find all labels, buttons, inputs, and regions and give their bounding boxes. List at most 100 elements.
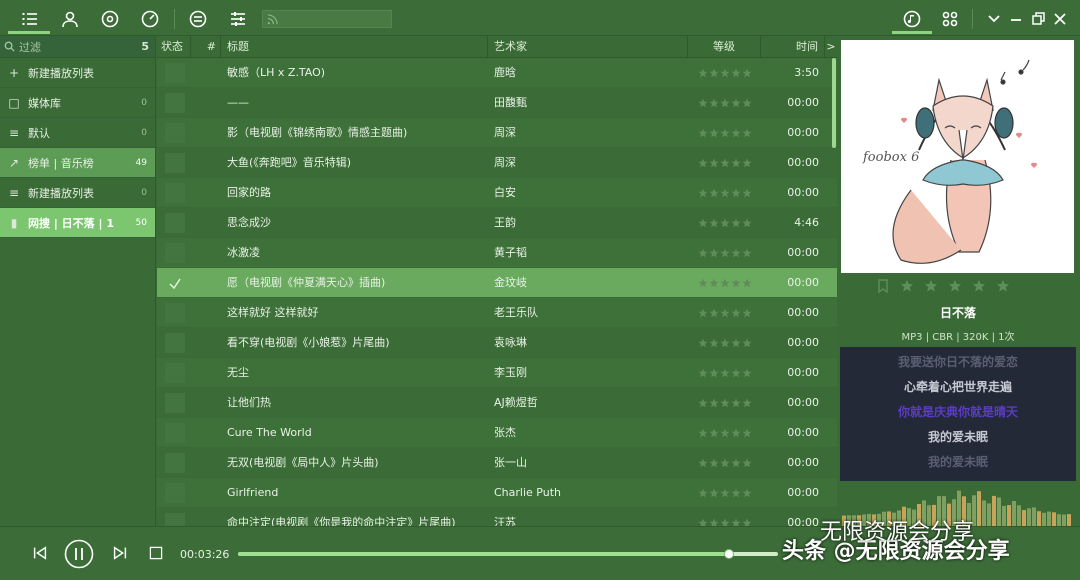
seek-bar-handle[interactable] [724, 549, 735, 559]
table-row[interactable]: 无双(电视剧《局中人》片头曲) 张一山 00:00 [157, 448, 837, 478]
rating-star-icon[interactable] [731, 428, 741, 438]
row-rating[interactable] [688, 298, 761, 328]
sidebar-item-new-playlist[interactable]: + 新建播放列表 [0, 58, 155, 88]
table-row[interactable]: 命中注定(电视剧《你是我的命中注定》片尾曲) 汪苏 00:00 [157, 508, 837, 526]
row-rating[interactable] [688, 268, 761, 298]
rating-star-icon[interactable] [996, 279, 1010, 293]
rating-star-icon[interactable] [709, 308, 719, 318]
rating-star-icon[interactable] [742, 458, 752, 468]
rating-star-icon[interactable] [742, 218, 752, 228]
rating-star-icon[interactable] [731, 338, 741, 348]
table-row[interactable]: 无尘 李玉刚 00:00 [157, 358, 837, 388]
album-icon[interactable] [96, 6, 124, 32]
rating-star-icon[interactable] [720, 458, 730, 468]
rating-star-icon[interactable] [742, 398, 752, 408]
row-rating[interactable] [688, 358, 761, 388]
next-track-icon[interactable] [110, 543, 130, 563]
rating-star-icon[interactable] [709, 368, 719, 378]
pause-button[interactable] [64, 539, 94, 569]
rating-star-icon[interactable] [720, 428, 730, 438]
rating-star-icon[interactable] [731, 68, 741, 78]
header-status[interactable]: 状态 [157, 36, 191, 58]
rating-star-icon[interactable] [720, 158, 730, 168]
sidebar-item-new-playlist-2[interactable]: ≡ 新建播放列表 0 [0, 178, 155, 208]
rating-star-icon[interactable] [720, 68, 730, 78]
rating-star-icon[interactable] [698, 98, 708, 108]
grid-icon[interactable] [936, 6, 964, 32]
row-rating[interactable] [688, 238, 761, 268]
rating-star-icon[interactable] [709, 128, 719, 138]
rating-star-icon[interactable] [698, 188, 708, 198]
rating-star-icon[interactable] [720, 488, 730, 498]
rating-star-icon[interactable] [698, 338, 708, 348]
header-rating[interactable]: 等级 [688, 36, 761, 58]
bookmark-icon[interactable] [876, 279, 890, 293]
rating-star-icon[interactable] [720, 188, 730, 198]
rating-star-icon[interactable] [709, 248, 719, 258]
rating-star-icon[interactable] [709, 488, 719, 498]
header-artist[interactable]: 艺术家 [488, 36, 688, 58]
rating-star-icon[interactable] [698, 398, 708, 408]
row-rating[interactable] [688, 118, 761, 148]
rating-star-icon[interactable] [709, 68, 719, 78]
now-playing-rating[interactable] [876, 279, 1010, 293]
stop-icon[interactable] [146, 543, 166, 563]
row-rating[interactable] [688, 148, 761, 178]
header-title[interactable]: 标题 [221, 36, 488, 58]
header-number[interactable]: # [191, 36, 221, 58]
sidebar-item-web-search[interactable]: ▮ 网搜 | 日不落 | 1 50 [0, 208, 155, 238]
rating-star-icon[interactable] [731, 128, 741, 138]
rating-star-icon[interactable] [731, 218, 741, 228]
rating-star-icon[interactable] [720, 398, 730, 408]
table-row[interactable]: 冰激凌 黄子韬 00:00 [157, 238, 837, 268]
rating-star-icon[interactable] [698, 158, 708, 168]
table-row[interactable]: 思念成沙 王韵 4:46 [157, 208, 837, 238]
rating-star-icon[interactable] [924, 279, 938, 293]
rating-star-icon[interactable] [731, 188, 741, 198]
rating-star-icon[interactable] [731, 278, 741, 288]
shuffle-icon[interactable] [184, 6, 212, 32]
dashboard-icon[interactable] [136, 6, 164, 32]
rating-star-icon[interactable] [720, 368, 730, 378]
rating-star-icon[interactable] [709, 428, 719, 438]
rating-star-icon[interactable] [742, 308, 752, 318]
filter-input[interactable]: 过滤 5 [0, 36, 155, 58]
rating-star-icon[interactable] [731, 458, 741, 468]
sidebar-item-chart[interactable]: ↗ 榜单 | 音乐榜 49 [0, 148, 155, 178]
rating-star-icon[interactable] [742, 188, 752, 198]
row-rating[interactable] [688, 478, 761, 508]
rating-star-icon[interactable] [720, 308, 730, 318]
row-rating[interactable] [688, 388, 761, 418]
rating-star-icon[interactable] [709, 278, 719, 288]
rating-star-icon[interactable] [742, 488, 752, 498]
rating-star-icon[interactable] [742, 368, 752, 378]
rating-star-icon[interactable] [709, 188, 719, 198]
rating-star-icon[interactable] [742, 338, 752, 348]
rating-star-icon[interactable] [709, 398, 719, 408]
close-icon[interactable] [1046, 6, 1074, 32]
rating-star-icon[interactable] [709, 338, 719, 348]
rating-star-icon[interactable] [698, 428, 708, 438]
rating-star-icon[interactable] [709, 518, 719, 527]
rating-star-icon[interactable] [731, 368, 741, 378]
rating-star-icon[interactable] [698, 368, 708, 378]
table-row[interactable]: 大鱼(《奔跑吧》音乐特辑) 周深 00:00 [157, 148, 837, 178]
rating-star-icon[interactable] [731, 398, 741, 408]
table-row[interactable]: 回家的路 白安 00:00 [157, 178, 837, 208]
rating-star-icon[interactable] [709, 98, 719, 108]
table-row[interactable]: 让他们热 AJ赖煜哲 00:00 [157, 388, 837, 418]
rating-star-icon[interactable] [720, 128, 730, 138]
rating-star-icon[interactable] [698, 128, 708, 138]
rss-search-box[interactable] [262, 10, 392, 28]
rating-star-icon[interactable] [720, 218, 730, 228]
rating-star-icon[interactable] [731, 308, 741, 318]
rating-star-icon[interactable] [709, 458, 719, 468]
rating-star-icon[interactable] [731, 98, 741, 108]
rating-star-icon[interactable] [720, 278, 730, 288]
rating-star-icon[interactable] [948, 279, 962, 293]
rating-star-icon[interactable] [720, 248, 730, 258]
rating-star-icon[interactable] [698, 248, 708, 258]
rating-star-icon[interactable] [900, 279, 914, 293]
table-row[interactable]: 愿（电视剧《仲夏满天心》插曲) 金玟岐 00:00 [157, 268, 837, 298]
table-row[interactable]: 看不穿(电视剧《小娘惹》片尾曲) 袁咏琳 00:00 [157, 328, 837, 358]
